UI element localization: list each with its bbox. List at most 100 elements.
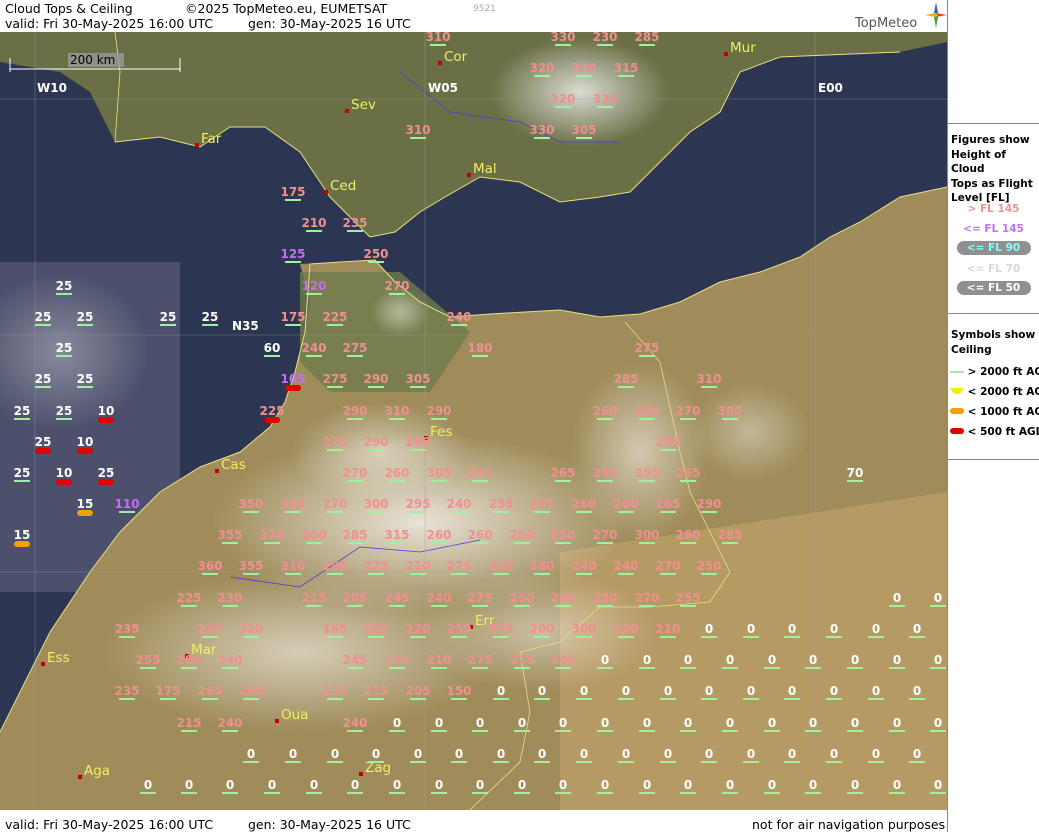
cloud-top-observation[interactable]: 270 — [592, 528, 618, 544]
cloud-top-observation[interactable]: 205 — [405, 684, 431, 700]
cloud-top-observation[interactable]: 235 — [342, 216, 368, 232]
cloud-top-observation[interactable]: 270 — [655, 559, 681, 575]
cloud-top-observation[interactable]: 270 — [322, 497, 348, 513]
cloud-top-observation[interactable]: 225 — [322, 684, 348, 700]
city-label[interactable]: Aga — [84, 763, 110, 779]
cloud-top-observation[interactable]: 260 — [592, 404, 618, 420]
cloud-top-observation[interactable]: 305 — [405, 372, 431, 388]
cloud-top-observation[interactable]: 25 — [35, 372, 52, 388]
cloud-top-observation[interactable]: 25 — [202, 310, 219, 326]
cloud-top-observation[interactable]: 275 — [363, 559, 389, 575]
cloud-top-observation[interactable]: 265 — [655, 497, 681, 513]
cloud-top-observation[interactable]: 360 — [197, 559, 223, 575]
cloud-top-observation[interactable]: 355 — [217, 528, 243, 544]
cloud-top-observation[interactable]: 305 — [426, 466, 452, 482]
cloud-top-observation[interactable]: 355 — [280, 497, 306, 513]
cloud-top-observation[interactable]: 355 — [238, 559, 264, 575]
cloud-top-observation[interactable]: 310 — [696, 372, 722, 388]
cloud-top-observation[interactable]: 215 — [301, 591, 327, 607]
city-label[interactable]: Mur — [730, 40, 756, 56]
cloud-top-observation[interactable]: 230 — [217, 591, 243, 607]
cloud-top-observation[interactable]: 285 — [634, 32, 660, 46]
cloud-top-observation[interactable]: 240 — [342, 716, 368, 732]
cloud-top-observation[interactable]: 260 — [571, 497, 597, 513]
cloud-top-observation[interactable]: 70 — [847, 466, 864, 482]
cloud-top-observation[interactable]: 215 — [176, 716, 202, 732]
cloud-top-observation[interactable]: 305 — [717, 404, 743, 420]
cloud-top-observation[interactable]: 250 — [363, 247, 389, 263]
cloud-top-observation[interactable]: 270 — [675, 404, 701, 420]
cloud-top-observation[interactable]: 280 — [529, 559, 555, 575]
cloud-top-observation[interactable]: 210 — [301, 216, 327, 232]
cloud-top-observation[interactable]: 300 — [301, 528, 327, 544]
cloud-top-observation[interactable]: 235 — [114, 622, 140, 638]
satellite-map[interactable]: 200 km W10 W05 E00 N35 Cor Mur Sev Far Mal Ced Fe… — [0, 32, 947, 810]
cloud-top-observation[interactable]: 350 — [238, 497, 264, 513]
cloud-top-observation[interactable]: 260 — [634, 404, 660, 420]
cloud-top-observation[interactable]: 310 — [425, 32, 451, 46]
city-label[interactable]: Mal — [473, 161, 497, 177]
cloud-top-observation[interactable]: 25 — [35, 435, 52, 454]
cloud-top-observation[interactable]: 205 — [342, 591, 368, 607]
cloud-top-observation[interactable]: 15 — [14, 528, 31, 547]
cloud-top-observation[interactable]: 125 — [280, 247, 306, 263]
cloud-top-observation[interactable]: 270 — [384, 279, 410, 295]
cloud-top-observation[interactable]: 240 — [446, 497, 472, 513]
cloud-top-observation[interactable]: 295 — [405, 497, 431, 513]
cloud-top-observation[interactable]: 60 — [264, 341, 281, 357]
cloud-top-observation[interactable]: 260 — [384, 466, 410, 482]
city-label[interactable]: Ess — [47, 650, 70, 666]
cloud-top-observation[interactable]: 250 — [592, 466, 618, 482]
cloud-top-observation[interactable]: 290 — [426, 404, 452, 420]
cloud-top-observation[interactable]: 290 — [363, 435, 389, 451]
cloud-top-observation[interactable]: 310 — [280, 559, 306, 575]
cloud-top-observation[interactable]: 330 — [529, 123, 555, 139]
cloud-top-observation[interactable]: 120 — [301, 279, 327, 295]
cloud-top-observation[interactable]: 150 — [446, 684, 472, 700]
cloud-top-observation[interactable]: 255 — [675, 591, 701, 607]
cloud-top-observation[interactable]: 260 — [426, 528, 452, 544]
cloud-top-observation[interactable]: 180 — [467, 341, 493, 357]
cloud-top-observation[interactable]: 305 — [571, 123, 597, 139]
cloud-top-observation[interactable]: 25 — [35, 310, 52, 326]
cloud-top-observation[interactable]: 310 — [405, 123, 431, 139]
cloud-top-observation[interactable]: 270 — [384, 653, 410, 669]
cloud-top-observation[interactable]: 310 — [384, 404, 410, 420]
city-label[interactable]: Ced — [330, 178, 356, 194]
cloud-top-observation[interactable]: 240 — [613, 559, 639, 575]
cloud-top-observation[interactable]: 215 — [509, 653, 535, 669]
cloud-top-observation[interactable]: 265 — [197, 684, 223, 700]
city-label[interactable]: Cor — [444, 49, 468, 65]
cloud-top-observation[interactable]: 330 — [571, 61, 597, 77]
cloud-top-observation[interactable]: 25 — [56, 404, 73, 420]
cloud-top-observation[interactable]: 210 — [655, 622, 681, 638]
cloud-top-observation[interactable]: 245 — [384, 591, 410, 607]
cloud-top-observation[interactable]: 175 — [280, 185, 306, 201]
cloud-top-observation[interactable]: 240 — [426, 591, 452, 607]
cloud-top-observation[interactable]: 300 — [571, 622, 597, 638]
cloud-top-observation[interactable]: 15 — [77, 497, 94, 516]
cloud-top-observation[interactable]: 265 — [550, 466, 576, 482]
cloud-top-observation[interactable]: 260 — [405, 435, 431, 451]
cloud-top-observation[interactable]: 260 — [509, 591, 535, 607]
cloud-top-observation[interactable]: 175 — [155, 684, 181, 700]
cloud-top-observation[interactable]: 285 — [717, 528, 743, 544]
cloud-top-observation[interactable]: 255 — [135, 653, 161, 669]
cloud-top-observation[interactable]: 285 — [342, 528, 368, 544]
cloud-top-observation[interactable]: 245 — [467, 466, 493, 482]
city-label[interactable]: Fes — [430, 424, 452, 440]
cloud-top-observation[interactable]: 25 — [56, 341, 73, 357]
cloud-top-observation[interactable]: 275 — [529, 497, 555, 513]
city-label[interactable]: Sev — [351, 97, 376, 113]
cloud-top-observation[interactable]: 240 — [363, 622, 389, 638]
cloud-top-observation[interactable]: 355 — [634, 466, 660, 482]
city-label[interactable]: Cas — [221, 457, 246, 473]
cloud-top-observation[interactable]: 240 — [301, 341, 327, 357]
cloud-top-observation[interactable]: 210 — [405, 559, 431, 575]
cloud-top-observation[interactable]: 25 — [77, 372, 94, 388]
cloud-top-observation[interactable]: 320 — [529, 61, 555, 77]
cloud-top-observation[interactable]: 270 — [634, 591, 660, 607]
cloud-top-observation[interactable]: 330 — [550, 32, 576, 46]
cloud-top-observation[interactable]: 110 — [114, 497, 140, 513]
cloud-top-observation[interactable]: 225 — [322, 310, 348, 326]
